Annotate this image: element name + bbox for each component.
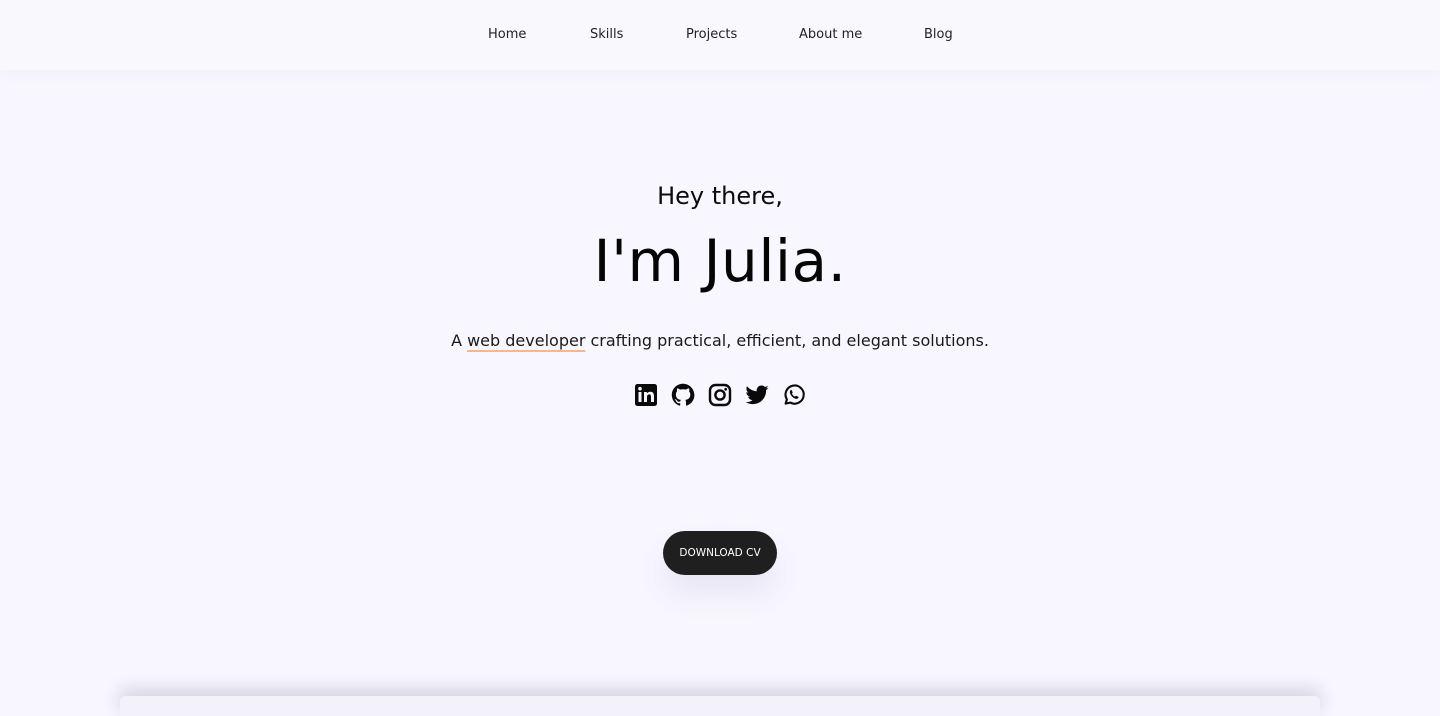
nav-skills-link[interactable]: Skills [590,26,623,44]
twitter-icon[interactable] [745,381,769,409]
tagline-prefix: A [451,331,468,350]
nav-projects-link[interactable]: Projects [686,26,737,44]
tagline-suffix: crafting practical, efficient, and elega… [585,331,989,350]
hero-tagline: A web developer crafting practical, effi… [0,329,1440,353]
nav-blog-link[interactable]: Blog [924,26,953,44]
github-icon[interactable] [671,381,695,409]
social-links [0,381,1440,409]
nav-home-link[interactable]: Home [488,26,526,44]
nav-about-link[interactable]: About me [799,26,862,44]
next-section-card [120,696,1320,716]
hero-greeting: Hey there, [657,182,783,210]
top-nav: Home Skills Projects About me Blog [0,0,1440,70]
linkedin-icon[interactable] [634,381,658,409]
download-cv-button[interactable]: DOWNLOAD CV [663,531,777,575]
tagline-highlight: web developer [467,331,586,350]
hero-name: I'm Julia. [593,227,847,295]
instagram-icon[interactable] [708,381,732,409]
whatsapp-icon[interactable] [782,381,806,409]
